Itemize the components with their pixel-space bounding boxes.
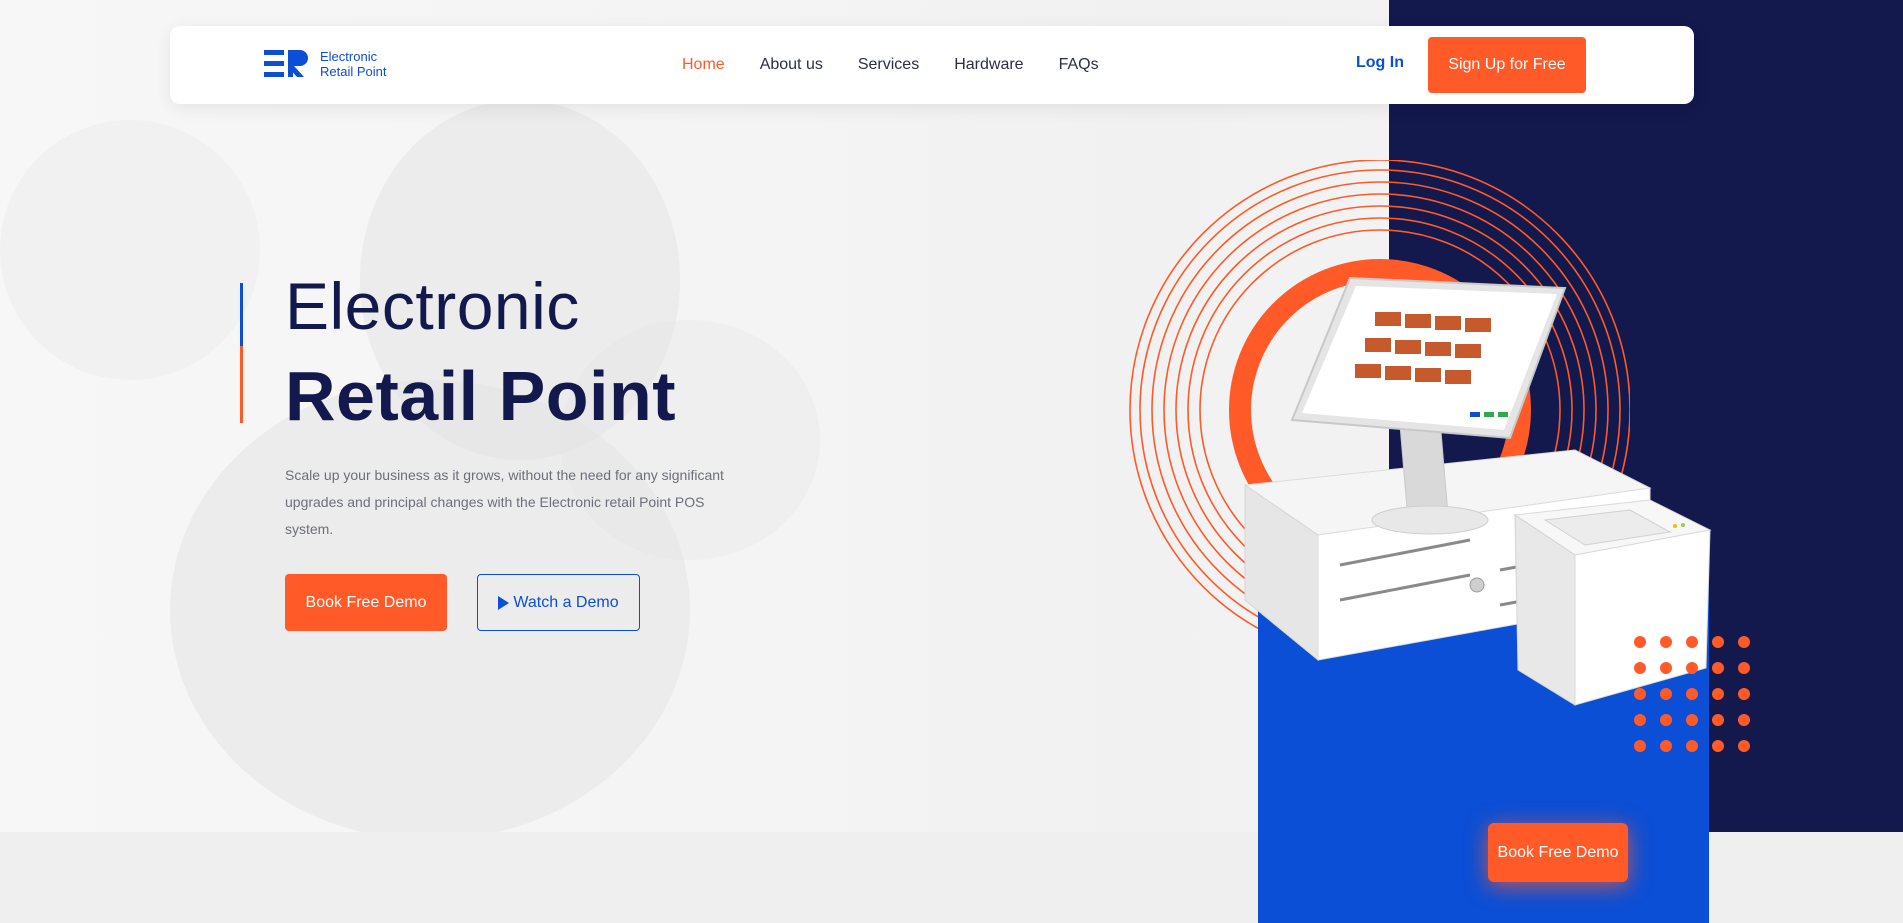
nav-faqs[interactable]: FAQs <box>1059 56 1099 74</box>
nav-hardware[interactable]: Hardware <box>954 56 1023 74</box>
watch-demo-button[interactable]: Watch a Demo <box>477 574 640 631</box>
hero-subtitle: Scale up your business as it grows, with… <box>285 467 724 537</box>
dot-grid-decoration <box>1634 636 1750 752</box>
play-icon <box>498 595 510 610</box>
er-logo-icon <box>264 50 308 77</box>
hero-title-line2: Retail Point <box>285 357 677 435</box>
nav-about-us[interactable]: About us <box>760 56 823 74</box>
brand-line2: Retail Point <box>320 64 387 79</box>
watch-demo-label: Watch a Demo <box>513 593 619 611</box>
hero-title-line1: Electronic <box>285 269 580 343</box>
title-accent-bar <box>240 283 243 423</box>
floating-book-demo-button[interactable]: Book Free Demo <box>1488 823 1628 882</box>
login-link[interactable]: Log In <box>1356 54 1404 72</box>
nav-menu: Home About us Services Hardware FAQs <box>682 26 1099 104</box>
top-navbar: Electronic Retail Point Home About us Se… <box>170 26 1694 104</box>
brand-logo[interactable]: Electronic Retail Point <box>264 48 386 80</box>
signup-button[interactable]: Sign Up for Free <box>1428 37 1586 93</box>
brand-line1: Electronic <box>320 49 378 64</box>
nav-home[interactable]: Home <box>682 56 725 74</box>
nav-services[interactable]: Services <box>858 56 919 74</box>
book-demo-button[interactable]: Book Free Demo <box>285 574 447 631</box>
